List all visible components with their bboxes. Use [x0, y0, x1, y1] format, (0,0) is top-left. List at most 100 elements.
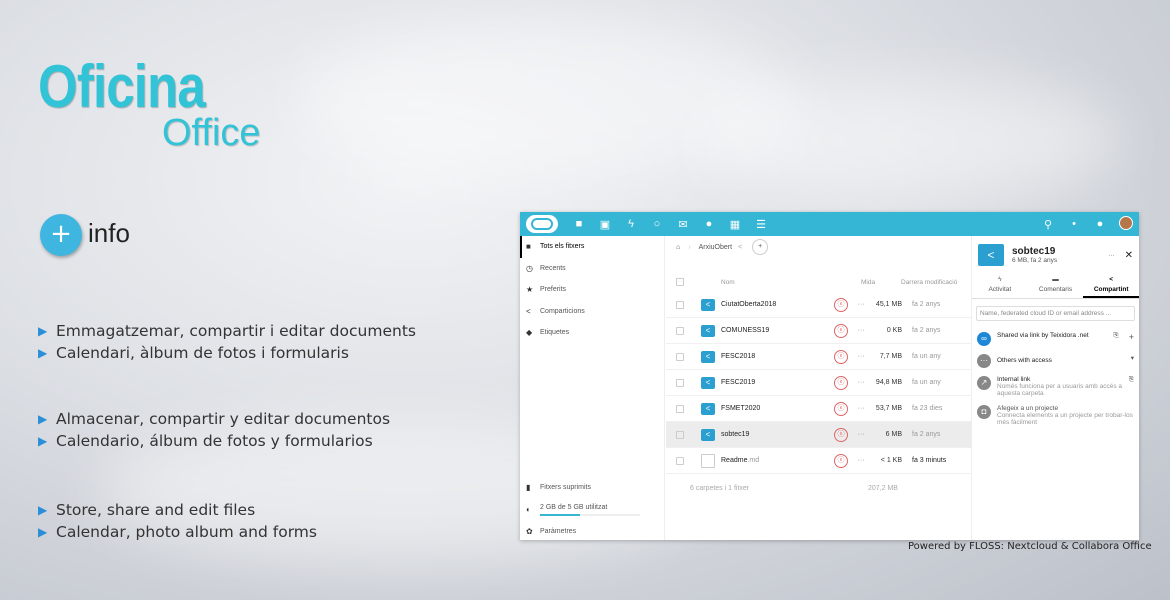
share-icon[interactable]: <	[738, 244, 742, 251]
collabora-icon[interactable]: ⓔ	[834, 375, 848, 390]
row-checkbox[interactable]	[676, 456, 684, 465]
calendar-icon[interactable]: ▦	[722, 218, 748, 231]
table-row[interactable]: Readme.md ⓔ ··· < 1 KB fa 3 minuts	[666, 448, 971, 474]
tasks-icon[interactable]: ☰	[748, 218, 774, 231]
nextcloud-screenshot: ■ ▣ ϟ ○ ✉ ● ▦ ☰ ⚲ • ● ■ Tots els fitxers …	[520, 212, 1139, 540]
others-access-row[interactable]: ··· Others with access ▾	[972, 350, 1139, 372]
collabora-icon[interactable]: ⓔ	[834, 297, 848, 312]
table-header: Nom Mida Darrera modificació	[666, 272, 971, 292]
star-icon: ★	[526, 285, 534, 295]
collabora-icon[interactable]: ⓔ	[834, 401, 848, 416]
link-icon: ∞	[977, 332, 991, 346]
more-icon[interactable]: ···	[848, 379, 874, 386]
sidebar-item-settings[interactable]: ✿ Paràmetres	[520, 521, 665, 541]
table-row[interactable]: < sobtec19 ⓔ ··· 6 MB fa 2 anys	[666, 422, 971, 448]
more-icon[interactable]: ···	[848, 301, 874, 308]
row-checkbox[interactable]	[676, 352, 684, 361]
row-checkbox[interactable]	[676, 404, 684, 413]
clipboard-icon[interactable]: ⎘	[1114, 332, 1119, 340]
row-checkbox[interactable]	[676, 378, 684, 387]
mail-icon[interactable]: ✉	[670, 218, 696, 231]
plus-info-button[interactable]: +	[40, 214, 82, 256]
select-all-checkbox[interactable]	[676, 278, 684, 286]
table-row[interactable]: < COMUNESS19 ⓔ ··· 0 KB fa 2 anys	[666, 318, 971, 344]
collabora-icon[interactable]: ⓔ	[834, 453, 848, 468]
sidebar-item-favorites[interactable]: ★ Preferits	[520, 279, 664, 301]
home-icon[interactable]: ⌂	[676, 244, 680, 251]
table-row[interactable]: < FESC2019 ⓔ ··· 94,8 MB fa un any	[666, 370, 971, 396]
search-icon[interactable]: ⚲	[1035, 218, 1061, 231]
panel-tabs: ϟ Activitat ▬ Comentaris < Compartint	[972, 276, 1139, 299]
copy-icon[interactable]: ⎘	[1129, 376, 1134, 384]
tab-activity[interactable]: ϟ Activitat	[972, 276, 1028, 298]
share-input[interactable]: Name, federated cloud ID or email addres…	[976, 306, 1135, 321]
file-name[interactable]: FESC2019	[721, 379, 821, 386]
quota-icon: ◐	[526, 505, 531, 514]
chevron-down-icon: ▾	[1130, 355, 1134, 362]
sidebar-item-shares[interactable]: < Comparticions	[520, 301, 664, 323]
row-checkbox[interactable]	[676, 326, 684, 335]
activity-icon[interactable]: ϟ	[618, 218, 644, 230]
table-row[interactable]: < FSMET2020 ⓔ ··· 53,7 MB fa 23 dies	[666, 396, 971, 422]
file-size: 45,1 MB	[875, 301, 902, 308]
col-date[interactable]: Darrera modificació	[901, 279, 957, 286]
close-icon[interactable]: ✕	[1125, 250, 1133, 261]
talk-icon[interactable]: ○	[644, 218, 670, 230]
file-name[interactable]: FSMET2020	[721, 405, 821, 412]
col-size[interactable]: Mida	[861, 279, 891, 286]
shared-folder-icon: <	[701, 298, 715, 311]
table-row[interactable]: < FESC2018 ⓔ ··· 7,7 MB fa un any	[666, 344, 971, 370]
notifications-icon[interactable]: •	[1061, 218, 1087, 230]
project-icon: ◘	[977, 405, 991, 419]
tab-comments[interactable]: ▬ Comentaris	[1028, 276, 1084, 298]
file-name[interactable]: FESC2018	[721, 353, 821, 360]
file-size: 0 KB	[886, 327, 902, 334]
collabora-icon[interactable]: ⓔ	[834, 427, 848, 442]
more-icon[interactable]: ···	[848, 353, 874, 360]
more-icon[interactable]: ···	[848, 405, 874, 412]
avatar[interactable]	[1113, 215, 1139, 233]
file-name[interactable]: sobtec19	[721, 431, 821, 438]
file-date: fa un any	[912, 379, 941, 386]
sidebar-item-all-files[interactable]: ■ Tots els fitxers	[520, 236, 664, 258]
files-icon[interactable]: ■	[566, 218, 592, 230]
tag-icon: ◆	[526, 328, 533, 338]
row-checkbox[interactable]	[676, 430, 684, 439]
more-icon[interactable]: ···	[848, 457, 874, 464]
project-row[interactable]: ◘ Afegeix a un projecte Connecta elements…	[972, 401, 1139, 430]
tab-sharing[interactable]: < Compartint	[1083, 276, 1139, 298]
contacts-menu-icon[interactable]: ●	[1087, 218, 1113, 230]
file-name[interactable]: CiutatOberta2018	[721, 301, 821, 308]
panel-meta: 6 MB, fa 2 anys	[1012, 257, 1058, 264]
top-navbar: ■ ▣ ϟ ○ ✉ ● ▦ ☰ ⚲ • ●	[520, 212, 1139, 236]
more-icon[interactable]: ···	[1108, 252, 1115, 259]
file-name[interactable]: Readme.md	[721, 457, 821, 464]
sidebar-item-recent[interactable]: ◷ Recents	[520, 258, 664, 280]
add-link-icon[interactable]: +	[1129, 332, 1134, 342]
collabora-icon[interactable]: ⓔ	[834, 323, 848, 338]
nextcloud-logo[interactable]	[526, 215, 558, 233]
col-name[interactable]: Nom	[721, 279, 861, 286]
file-size: 7,7 MB	[879, 353, 902, 360]
photos-icon[interactable]: ▣	[592, 218, 618, 231]
new-button[interactable]: +	[752, 239, 769, 255]
triangle-icon: ▶	[38, 324, 48, 338]
file-size: 6 MB	[885, 431, 902, 438]
file-date: fa un any	[912, 353, 941, 360]
collabora-icon[interactable]: ⓔ	[834, 349, 848, 364]
panel-filename: sobtec19	[1012, 246, 1056, 257]
row-checkbox[interactable]	[676, 300, 684, 309]
file-name[interactable]: COMUNESS19	[721, 327, 821, 334]
breadcrumb-folder[interactable]: ArxiuObert	[699, 244, 732, 251]
more-icon[interactable]: ···	[848, 327, 874, 334]
table-row[interactable]: < CiutatOberta2018 ⓔ ··· 45,1 MB fa 2 anys	[666, 292, 971, 318]
sidebar-item-tags[interactable]: ◆ Etiquetes	[520, 322, 664, 344]
sidebar-item-deleted[interactable]: ▮ Fitxers suprimits	[520, 477, 665, 499]
more-icon[interactable]: ···	[848, 431, 874, 438]
external-link-icon: ↗	[977, 376, 991, 390]
shared-folder-icon: <	[701, 350, 715, 363]
comment-icon: ▬	[1052, 276, 1059, 283]
trash-icon: ▮	[526, 483, 531, 493]
shared-folder-icon: <	[701, 402, 715, 415]
contacts-icon[interactable]: ●	[696, 218, 722, 230]
